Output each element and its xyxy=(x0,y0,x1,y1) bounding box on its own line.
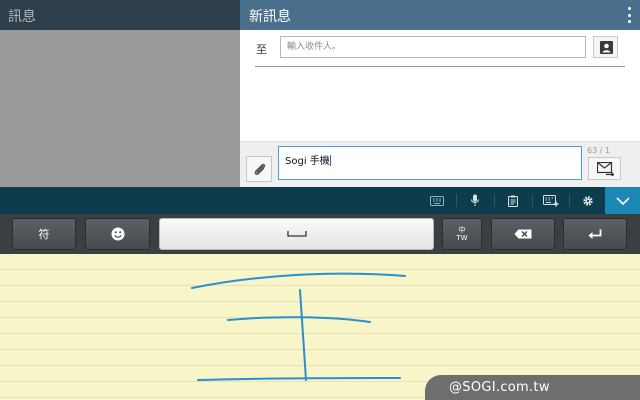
message-input[interactable]: Sogi 手機 xyxy=(278,146,582,180)
attach-button[interactable] xyxy=(246,156,272,182)
keyboard-settings-icon[interactable] xyxy=(533,187,569,214)
contact-icon xyxy=(600,41,613,54)
conversation-list-header: 訊息 xyxy=(0,0,240,30)
compose-title: 新訊息 xyxy=(249,9,291,25)
conversation-list-title: 訊息 xyxy=(8,9,36,25)
language-key[interactable]: 中 TW xyxy=(442,218,482,250)
conversation-list xyxy=(0,30,240,187)
recipient-input[interactable] xyxy=(280,36,586,58)
recipient-divider xyxy=(255,66,625,67)
enter-icon xyxy=(588,229,602,239)
message-text: Sogi 手機 xyxy=(285,156,330,167)
message-compose-bar: Sogi 手機 63 / 1 xyxy=(240,141,640,187)
send-button[interactable] xyxy=(588,157,621,180)
keyboard-toolbar xyxy=(0,187,640,214)
stroke-bottom xyxy=(197,377,401,381)
to-label: 至 xyxy=(256,43,267,56)
backspace-icon xyxy=(514,229,532,239)
backspace-key[interactable] xyxy=(491,218,555,250)
paperclip-icon xyxy=(254,163,266,175)
space-key[interactable] xyxy=(159,218,434,250)
symbols-key[interactable]: 符 xyxy=(12,218,76,250)
collapse-keyboard-button[interactable] xyxy=(605,187,640,214)
compose-header: 新訊息 xyxy=(240,0,640,30)
text-caret xyxy=(329,155,331,166)
stroke-top xyxy=(191,272,406,289)
contact-picker-button[interactable] xyxy=(593,36,618,58)
overflow-menu-icon[interactable] xyxy=(628,7,632,23)
clipboard-icon[interactable] xyxy=(495,187,531,214)
microphone-icon[interactable] xyxy=(457,187,493,214)
language-label-top: 中 xyxy=(458,226,466,234)
enter-key[interactable] xyxy=(563,218,627,250)
chevron-down-icon xyxy=(615,196,630,205)
space-icon xyxy=(286,231,307,237)
stroke-middle xyxy=(227,316,371,323)
send-icon xyxy=(597,162,614,176)
emoji-key[interactable] xyxy=(85,218,150,250)
watermark: @SOGI.com.tw xyxy=(425,375,640,400)
language-label-bottom: TW xyxy=(456,234,468,242)
character-counter: 63 / 1 xyxy=(587,146,611,155)
gear-icon[interactable] xyxy=(570,187,606,214)
keyboard-icon[interactable] xyxy=(419,187,455,214)
keyboard-key-row: 符 中 TW xyxy=(0,214,640,254)
smiley-icon xyxy=(111,227,124,241)
stroke-vertical xyxy=(299,289,307,381)
